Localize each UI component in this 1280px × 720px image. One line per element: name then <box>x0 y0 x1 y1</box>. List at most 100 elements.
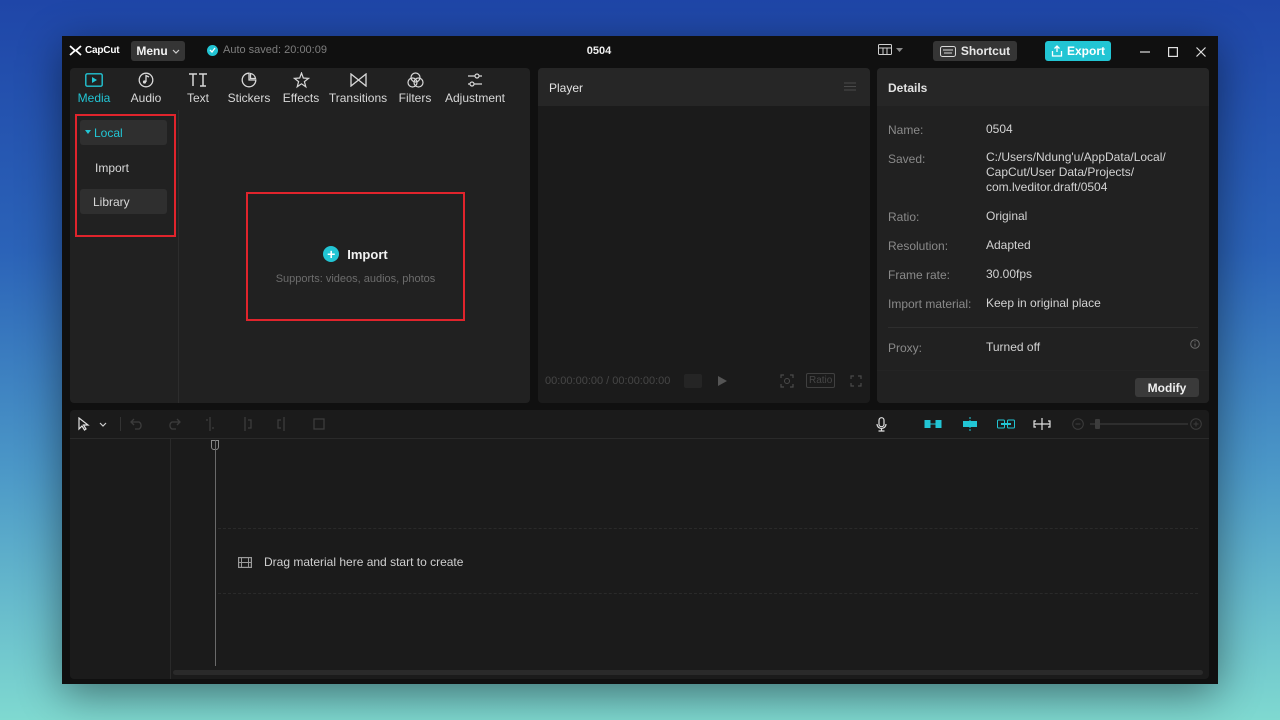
tab-audio[interactable]: Audio <box>130 71 162 105</box>
delete-button[interactable] <box>313 416 325 432</box>
player-panel: Player 00:00:00:00 / 00:00:00:00 Ratio <box>538 68 870 403</box>
tab-label: Text <box>186 91 209 105</box>
redo-button[interactable] <box>167 416 181 432</box>
zoom-out-button[interactable] <box>1072 416 1084 432</box>
modify-button[interactable]: Modify <box>1135 378 1199 397</box>
tab-label: Filters <box>398 91 432 105</box>
undo-icon <box>130 418 142 430</box>
project-title: 0504 <box>586 45 612 57</box>
details-divider <box>888 327 1198 328</box>
record-audio-button[interactable] <box>876 416 887 432</box>
link-icon <box>997 419 1015 429</box>
play-icon[interactable] <box>718 376 727 386</box>
cursor-icon <box>78 417 90 431</box>
detail-label: Proxy: <box>888 341 923 355</box>
detail-label: Import material: <box>888 297 972 311</box>
split-icon <box>206 417 214 431</box>
detail-label: Saved: <box>888 152 926 166</box>
split-button[interactable] <box>205 416 215 432</box>
detail-label: Ratio: <box>888 210 920 224</box>
linkage-button[interactable] <box>997 416 1015 432</box>
delete-icon <box>313 418 325 430</box>
import-title: + Import <box>248 246 463 262</box>
tab-label: Transitions <box>328 91 388 105</box>
menu-lines-icon[interactable] <box>844 82 856 91</box>
detail-value: C:/Users/Ndung'u/AppData/Local/ CapCut/U… <box>986 150 1166 194</box>
timeline-scrollbar[interactable] <box>173 670 1203 675</box>
tab-adjustment[interactable]: Adjustment <box>444 71 506 105</box>
tab-media[interactable]: Media <box>78 71 110 105</box>
tab-filters[interactable]: Filters <box>398 71 432 105</box>
zoom-slider-handle[interactable] <box>1095 419 1100 429</box>
tab-transitions[interactable]: Transitions <box>328 71 388 105</box>
media-panel: Media Audio Text Stickers Effects Transi… <box>70 68 530 403</box>
filters-icon <box>406 72 424 88</box>
preview-axis-icon <box>1033 418 1051 430</box>
detail-value: Keep in original place <box>986 296 1101 310</box>
effects-icon <box>292 71 310 88</box>
export-label: Export <box>1066 44 1105 58</box>
app-logo-text: CapCut <box>85 45 120 56</box>
close-button[interactable] <box>1193 44 1209 60</box>
tab-label: Stickers <box>227 91 271 105</box>
split-right-button[interactable] <box>277 416 287 432</box>
import-label: Import <box>347 246 388 262</box>
redo-icon <box>169 418 181 430</box>
fit-screen-icon[interactable] <box>780 374 794 388</box>
import-dropzone[interactable]: + Import Supports: videos, audios, photo… <box>246 192 465 321</box>
microphone-icon <box>876 416 887 432</box>
capcut-logo-icon <box>69 45 82 56</box>
import-subtitle: Supports: videos, audios, photos <box>275 273 436 285</box>
main-track-icon <box>924 420 942 428</box>
maximize-button[interactable] <box>1165 44 1181 60</box>
track-dropzone[interactable]: Drag material here and start to create <box>218 528 1198 594</box>
player-title: Player <box>549 81 584 95</box>
fullscreen-icon[interactable] <box>850 375 862 387</box>
tab-stickers[interactable]: Stickers <box>227 71 271 105</box>
player-header: Player <box>538 68 870 106</box>
sidebar-highlight-box <box>75 114 176 237</box>
snap-icon <box>963 417 977 431</box>
playhead[interactable] <box>215 440 216 666</box>
zoom-in-icon <box>1190 418 1202 430</box>
minimize-button[interactable] <box>1137 44 1153 60</box>
zoom-in-button[interactable] <box>1190 416 1202 432</box>
tab-text[interactable]: Text <box>182 71 214 105</box>
ratio-button[interactable]: Ratio <box>806 373 836 388</box>
auto-snap-button[interactable] <box>961 416 979 432</box>
zoom-slider[interactable] <box>1090 423 1188 425</box>
stickers-icon <box>241 72 257 88</box>
toolbar-divider <box>120 417 121 431</box>
detail-label: Frame rate: <box>888 268 951 282</box>
timeline-toolbar <box>70 410 1209 439</box>
title-bar: CapCut Menu Auto saved: 20:00:09 0504 Sh… <box>62 36 1218 67</box>
info-icon[interactable] <box>1190 339 1200 349</box>
media-icon <box>85 73 103 87</box>
preview-axis-button[interactable] <box>1033 416 1051 432</box>
autosave-status: Auto saved: 20:00:09 <box>207 44 327 56</box>
export-button[interactable]: Export <box>1045 41 1111 61</box>
timeline-panel: Drag material here and start to create <box>70 410 1209 679</box>
chevron-down-icon <box>99 422 107 427</box>
track-headers <box>70 439 171 679</box>
adjustment-icon <box>468 72 482 87</box>
tab-label: Adjustment <box>444 91 506 105</box>
select-tool[interactable] <box>78 416 90 432</box>
undo-button[interactable] <box>130 416 144 432</box>
detail-value: 30.00fps <box>986 267 1033 281</box>
detail-value: Turned off <box>986 340 1041 354</box>
split-left-button[interactable] <box>242 416 252 432</box>
menu-button[interactable]: Menu <box>131 41 185 61</box>
tab-label: Audio <box>130 91 162 105</box>
select-dropdown[interactable] <box>99 416 107 432</box>
tab-effects[interactable]: Effects <box>282 71 320 105</box>
layout-switch[interactable] <box>878 44 903 55</box>
details-panel: Details Name: 0504 Saved: C:/Users/Ndung… <box>877 68 1209 403</box>
audio-icon <box>138 72 154 88</box>
media-tabs: Media Audio Text Stickers Effects Transi… <box>70 68 530 108</box>
text-icon <box>189 73 207 87</box>
autosave-text: Auto saved: 20:00:09 <box>223 44 327 56</box>
speed-badge <box>684 374 702 388</box>
shortcut-button[interactable]: Shortcut <box>933 41 1017 61</box>
main-track-magnet-button[interactable] <box>924 416 942 432</box>
